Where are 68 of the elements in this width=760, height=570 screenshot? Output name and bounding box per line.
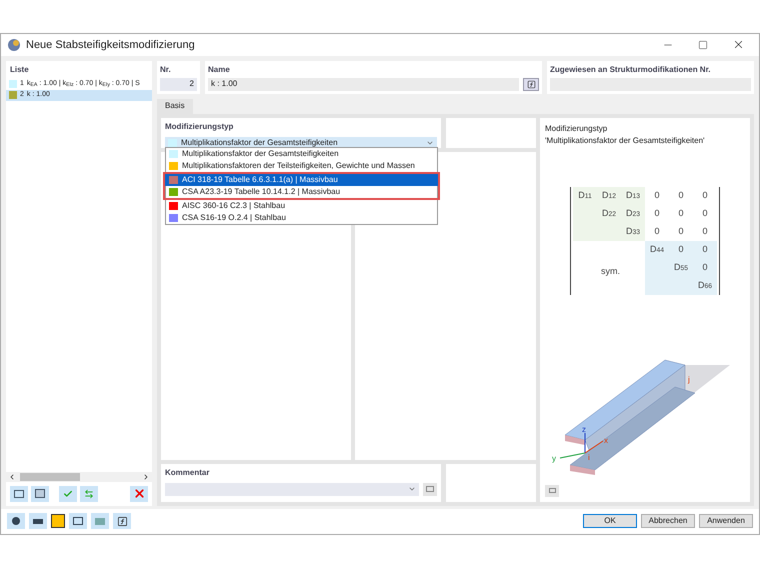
maximize-icon xyxy=(698,40,708,50)
app-icon xyxy=(7,38,21,52)
matrix-cell: D$_{13}$ xyxy=(621,186,645,205)
color-swatch-button[interactable] xyxy=(51,514,65,528)
matrix-cell-text: 0 xyxy=(701,206,708,220)
dropdown-option[interactable]: CSA A23.3-19 Tabelle 10.14.1.2 | Massivbau xyxy=(163,186,440,200)
matrix-cell: D$_{23}$ xyxy=(621,204,645,223)
matrix-cell-text: 0 xyxy=(677,206,684,220)
list-swap-icon[interactable] xyxy=(80,486,98,502)
matrix-cell-text: 0 xyxy=(653,224,660,238)
matrix-cell-text: 0 xyxy=(677,224,684,238)
symmetry-label: sym. xyxy=(601,264,620,278)
node-label: i xyxy=(588,452,590,462)
option-label: AISC 360-16 C2.3 | Stahlbau xyxy=(182,200,286,212)
number-field[interactable]: 2 xyxy=(160,78,197,91)
dialog-button[interactable]: Abbrechen xyxy=(641,514,695,528)
matrix-cell-text: 0 xyxy=(653,188,660,202)
matrix-cell: 0 xyxy=(669,240,693,259)
type-dropdown[interactable]: Multiplikationsfaktor der Gesamtsteifigkeiten xyxy=(165,136,437,149)
option-label: CSA S16-19 O.2.4 | Stahlbau xyxy=(182,212,286,224)
comment-field[interactable] xyxy=(165,482,419,496)
matrix-cell: D$_{66}$ xyxy=(693,276,717,295)
matrix-cell: 0 xyxy=(693,240,717,259)
dropdown-option[interactable]: Multiplikationsfaktor der Gesamtsteifigkeiten xyxy=(166,148,437,160)
matrix-cell: D$_{55}$ xyxy=(669,258,693,277)
axis-label: x xyxy=(604,436,608,445)
assigned-label: Zugewiesen an Strukturmodifikationen Nr. xyxy=(550,64,712,76)
dropdown-value: Multiplikationsfaktor der Gesamtsteifigkeiten xyxy=(181,136,339,149)
dropdown-option[interactable]: CSA S16-19 O.2.4 | Stahlbau xyxy=(166,212,437,224)
matrix-cell: D$_{12}$ xyxy=(597,186,621,205)
number-label: Nr. xyxy=(160,64,172,76)
window-title: Neue Stabsteifigkeitsmodifizierung xyxy=(26,38,195,53)
dropdown-option[interactable]: AISC 360-16 C2.3 | Stahlbau xyxy=(166,200,437,212)
name-field[interactable]: k : 1.00 xyxy=(208,78,519,91)
matrix-cell-text: 0 xyxy=(677,188,684,202)
matrix-cell: D$_{11}$ xyxy=(573,186,597,205)
type-label: Modifizierungstyp xyxy=(165,120,234,133)
option-label: Multiplikationsfaktor der Gesamtsteifigkeiten xyxy=(182,148,339,160)
name-label: Name xyxy=(208,64,231,76)
matrix-cell-text: 0 xyxy=(653,206,660,220)
matrix-cell: D$_{22}$ xyxy=(597,204,621,223)
preview-heading: Modifizierungstyp xyxy=(545,122,608,135)
function-icon xyxy=(526,80,536,89)
scroll-right-icon[interactable] xyxy=(142,472,150,481)
matrix-cell-text: 0 xyxy=(701,224,708,238)
axis-label: y xyxy=(552,454,556,463)
formula-icon[interactable] xyxy=(113,513,131,530)
matrix-cell: 0 xyxy=(693,258,717,277)
comment-library-button[interactable] xyxy=(423,482,437,496)
node-label: j xyxy=(688,374,690,384)
tab[interactable]: Basis xyxy=(157,98,193,114)
dialog-button[interactable]: OK xyxy=(583,514,637,528)
option-label: ACI 318-19 Tabelle 6.6.3.1.1(a) | Massivbau xyxy=(182,174,338,186)
matrix-cell: D$_{33}$ xyxy=(621,222,645,241)
view-options-button[interactable] xyxy=(545,484,559,497)
matrix-cell-text: 0 xyxy=(701,188,708,202)
dropdown-option[interactable]: ACI 318-19 Tabelle 6.6.3.1.1(a) | Massivbau xyxy=(163,172,440,186)
edit-name-button[interactable] xyxy=(523,78,539,91)
delete-icon[interactable] xyxy=(130,486,148,502)
list-header: Liste xyxy=(9,64,30,76)
matrix-cell: D$_{44}$ xyxy=(645,240,669,259)
option-label: CSA A23.3-19 Tabelle 10.14.1.2 | Massivbau xyxy=(182,186,340,198)
dialog-button[interactable]: Anwenden xyxy=(699,514,753,528)
check-list-icon[interactable] xyxy=(59,486,77,502)
preview-subheading: 'Multiplikationsfaktor der Gesamtsteifigkeiten' xyxy=(545,134,706,147)
axis-label: z xyxy=(582,424,586,434)
comment-label: Kommentar xyxy=(165,466,210,479)
scroll-left-icon[interactable] xyxy=(8,472,16,481)
